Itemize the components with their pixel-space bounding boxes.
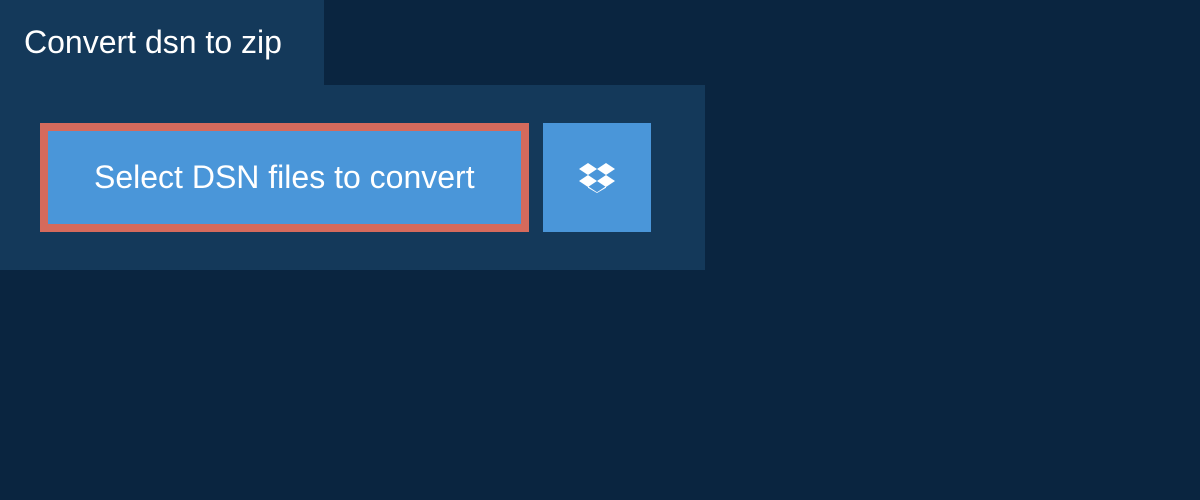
dropbox-icon [579,160,615,196]
select-files-button[interactable]: Select DSN files to convert [48,131,521,224]
tab-bar: Convert dsn to zip [0,0,1200,85]
button-row: Select DSN files to convert [40,123,665,232]
tab-label: Convert dsn to zip [24,24,282,60]
convert-panel: Select DSN files to convert [0,85,705,270]
tab-convert[interactable]: Convert dsn to zip [0,0,324,85]
select-files-label: Select DSN files to convert [94,159,475,196]
dropbox-button[interactable] [543,123,651,232]
select-button-highlight: Select DSN files to convert [40,123,529,232]
